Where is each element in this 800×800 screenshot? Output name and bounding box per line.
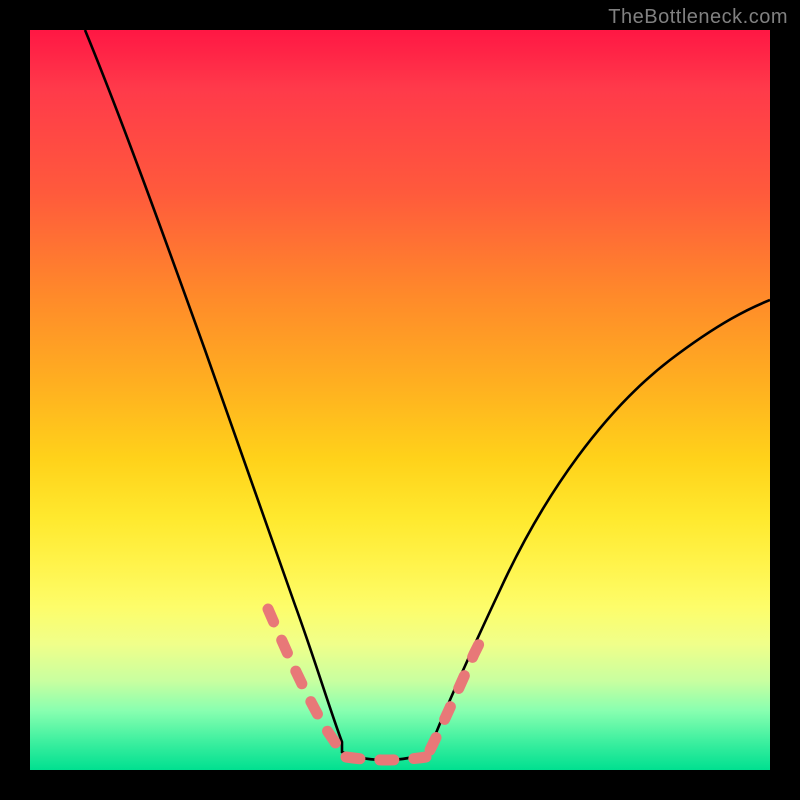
pink-dash-left: [268, 609, 344, 754]
plot-area: [30, 30, 770, 770]
watermark-text: TheBottleneck.com: [608, 6, 788, 29]
pink-dash-right: [430, 638, 482, 750]
pink-dash-floor: [346, 757, 426, 760]
bottleneck-curve: [85, 30, 770, 760]
curve-layer: [30, 30, 770, 770]
chart-frame: TheBottleneck.com: [0, 0, 800, 800]
